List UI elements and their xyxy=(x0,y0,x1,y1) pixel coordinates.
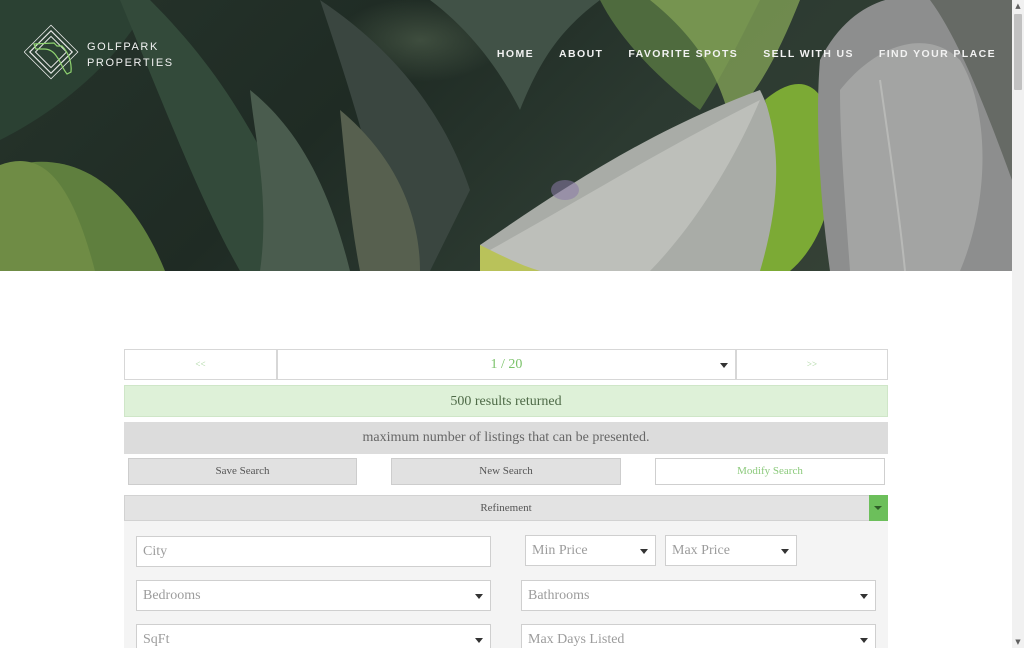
refinement-panel: Min Price Max Price Bedrooms Bathrooms S… xyxy=(124,521,888,648)
page-select[interactable]: 1 / 20 xyxy=(277,349,736,380)
bathrooms-select[interactable]: Bathrooms xyxy=(521,580,876,611)
chevron-down-icon xyxy=(640,549,648,554)
page-select-value: 1 / 20 xyxy=(490,357,523,372)
scroll-thumb[interactable] xyxy=(1014,14,1022,90)
chevron-down-icon xyxy=(475,638,483,643)
nav-find-your-place[interactable]: FIND YOUR PLACE xyxy=(879,48,996,60)
chevron-down-icon xyxy=(874,506,882,510)
min-price-value: Min Price xyxy=(532,543,588,558)
max-listings-notice: maximum number of listings that can be p… xyxy=(124,422,888,454)
bedrooms-value: Bedrooms xyxy=(143,588,201,603)
brand-name-line2: PROPERTIES xyxy=(87,57,174,69)
results-count-banner: 500 results returned xyxy=(124,385,888,417)
refinement-header[interactable]: Refinement xyxy=(124,495,888,521)
page-scrollbar[interactable]: ▲ ▼ xyxy=(1012,0,1024,648)
modify-search-button[interactable]: Modify Search xyxy=(655,458,885,485)
main-nav: HOME ABOUT FAVORITE SPOTS SELL WITH US F… xyxy=(472,48,996,60)
max-days-listed-select[interactable]: Max Days Listed xyxy=(521,624,876,648)
max-price-select[interactable]: Max Price xyxy=(665,535,797,566)
city-input[interactable] xyxy=(136,536,491,567)
min-price-select[interactable]: Min Price xyxy=(525,535,656,566)
brand-logo[interactable]: GOLFPARK PROPERTIES xyxy=(24,22,174,88)
prev-page-button[interactable]: << xyxy=(124,349,277,380)
bedrooms-select[interactable]: Bedrooms xyxy=(136,580,491,611)
save-search-button[interactable]: Save Search xyxy=(128,458,357,485)
chevron-down-icon xyxy=(475,594,483,599)
max-price-value: Max Price xyxy=(672,543,730,558)
next-page-button[interactable]: >> xyxy=(736,349,888,380)
hero-banner: GOLFPARK PROPERTIES HOME ABOUT FAVORITE … xyxy=(0,0,1012,271)
refinement-toggle[interactable] xyxy=(869,495,888,521)
sqft-value: SqFt xyxy=(143,632,170,647)
nav-about[interactable]: ABOUT xyxy=(559,48,603,60)
brand-name-line1: GOLFPARK xyxy=(87,41,159,53)
chevron-down-icon xyxy=(860,638,868,643)
sqft-select[interactable]: SqFt xyxy=(136,624,491,648)
new-search-button[interactable]: New Search xyxy=(391,458,621,485)
bathrooms-value: Bathrooms xyxy=(528,588,590,603)
scroll-up-arrow-icon[interactable]: ▲ xyxy=(1012,0,1024,12)
results-pager: << 1 / 20 >> xyxy=(124,349,888,380)
refinement-label: Refinement xyxy=(480,502,532,514)
nav-home[interactable]: HOME xyxy=(497,48,534,60)
scroll-down-arrow-icon[interactable]: ▼ xyxy=(1012,636,1024,648)
nav-sell-with-us[interactable]: SELL WITH US xyxy=(763,48,854,60)
chevron-down-icon xyxy=(720,363,728,368)
nav-favorite-spots[interactable]: FAVORITE SPOTS xyxy=(628,48,738,60)
max-days-listed-value: Max Days Listed xyxy=(528,632,625,647)
chevron-down-icon xyxy=(781,549,789,554)
chevron-down-icon xyxy=(860,594,868,599)
florida-diamond-logo-icon xyxy=(24,24,79,80)
